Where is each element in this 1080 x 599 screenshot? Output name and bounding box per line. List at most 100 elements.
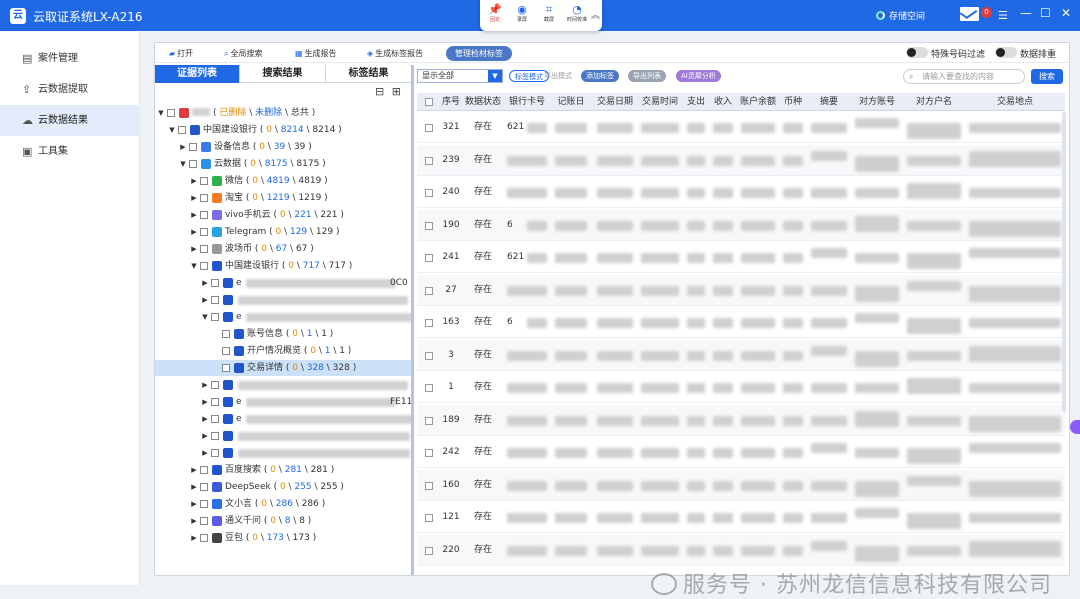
expand-arrow-icon[interactable]: ▶ [179,139,187,155]
expand-arrow-icon[interactable]: ▶ [190,190,198,206]
screenshot-button[interactable]: ⌗ 截屏 [536,3,562,24]
tree-checkbox[interactable] [167,109,175,117]
row-checkbox[interactable] [425,351,433,360]
tree-checkbox[interactable] [211,432,219,440]
chevron-up-icon[interactable]: ︽ [591,8,600,21]
table-row[interactable]: 241 存在 621 [417,242,1065,273]
tree-checkbox[interactable] [200,534,208,542]
collapse-arrow-icon[interactable]: ▼ [201,309,209,325]
expand-all-icon[interactable]: ⊞ [392,85,401,98]
tree-checkbox[interactable] [200,517,208,525]
generate-tag-report-button[interactable]: ◈ 生成标签报告 [367,48,423,59]
column-header[interactable]: 数据状态 [463,93,503,111]
tree-checkbox[interactable] [211,313,219,321]
export-mode-toggle[interactable]: 导出模式 [539,70,577,82]
row-checkbox[interactable] [425,254,433,262]
row-checkbox[interactable] [425,221,433,230]
side-assistant-button[interactable] [1070,420,1080,434]
column-header[interactable]: 记账日 [551,93,591,111]
tree-checkbox[interactable] [200,483,208,491]
tree-node[interactable]: ▶ DeepSeek ( 0 \ 255 \ 255 ) [155,479,411,495]
table-row[interactable]: 240 存在 [417,177,1065,208]
row-checkbox[interactable] [425,416,433,425]
expand-arrow-icon[interactable]: ▶ [201,394,209,410]
expand-arrow-icon[interactable]: ▶ [201,275,209,291]
menu-icon[interactable]: ☰ [998,9,1008,22]
column-header[interactable]: 摘要 [807,93,851,111]
tree-checkbox[interactable] [211,449,219,457]
special-filter-toggle[interactable] [906,47,928,58]
ai-analysis-button[interactable]: AI灵犀分析 [676,70,721,82]
sidebar-item-case-management[interactable]: ▤ 案件管理 [0,43,140,74]
row-checkbox[interactable] [425,156,433,165]
column-header[interactable]: 币种 [779,93,807,111]
add-tag-button[interactable]: 添加标签 [581,70,619,82]
tree-node[interactable]: ▼ ( 已删除 \ 未删除 \ 总共 ) [155,105,411,121]
column-header[interactable]: 账户余额 [737,93,779,111]
tab-tag-results[interactable]: 标签结果 [326,65,411,83]
tree-checkbox[interactable] [222,330,230,338]
table-row[interactable]: 220 存在 [417,534,1065,566]
tree-checkbox[interactable] [211,381,219,389]
manage-tags-button[interactable]: 管理检材标签 [446,46,512,61]
tree-checkbox[interactable] [211,398,219,406]
column-header[interactable]: 交易时间 [637,93,683,111]
tree-checkbox[interactable] [189,160,197,168]
tree-checkbox[interactable] [222,364,230,372]
generate-report-button[interactable]: ▦ 生成报告 [295,48,337,59]
row-checkbox[interactable] [425,189,433,197]
row-checkbox[interactable] [425,481,433,490]
tree-node[interactable]: ▶ 设备信息 ( 0 \ 39 \ 39 ) [155,139,411,155]
expand-arrow-icon[interactable]: ▶ [190,173,198,189]
global-search-button[interactable]: ⌕ 全局搜索 [224,48,262,59]
pin-button[interactable]: 📌 固定 [482,3,508,24]
dedupe-toggle[interactable] [995,47,1017,58]
tree-node[interactable]: ▶ 通义千问 ( 0 \ 8 \ 8 ) [155,513,411,529]
tree-checkbox[interactable] [200,245,208,253]
table-row[interactable]: 189 存在 [417,404,1065,436]
tree-checkbox[interactable] [200,228,208,236]
column-header[interactable]: 收入 [709,93,737,111]
table-row[interactable]: 321 存在 621 [417,112,1065,143]
expand-arrow-icon[interactable]: ▶ [190,241,198,257]
tree-node[interactable]: ▶ Telegram ( 0 \ 129 \ 129 ) [155,224,411,240]
table-row[interactable]: 27 存在 [417,274,1065,306]
tree-checkbox[interactable] [222,347,230,355]
table-row[interactable]: 3 存在 [417,339,1065,371]
expand-arrow-icon[interactable]: ▶ [190,207,198,223]
collapse-arrow-icon[interactable]: ▼ [168,122,176,138]
tree-node[interactable]: ▶ 豆包 ( 0 \ 173 \ 173 ) [155,530,411,546]
tree-node[interactable]: 交易详情 ( 0 \ 328 \ 328 ) [155,360,411,376]
column-header[interactable]: 交易地点 [965,93,1065,111]
table-row[interactable]: 239 存在 [417,144,1065,176]
tree-node[interactable]: ▶ [155,428,411,444]
column-header[interactable]: 对方户名 [903,93,965,111]
sidebar-item-cloud-extract[interactable]: ⇪ 云数据提取 [0,74,140,105]
expand-arrow-icon[interactable]: ▶ [201,428,209,444]
expand-arrow-icon[interactable]: ▶ [201,292,209,308]
sidebar-item-cloud-results[interactable]: ☁ 云数据结果 [0,105,140,136]
table-row[interactable]: 242 存在 [417,437,1065,468]
column-header[interactable]: 支出 [683,93,709,111]
tree-node[interactable]: ▶ [155,445,411,461]
expand-arrow-icon[interactable]: ▶ [190,496,198,512]
tree-node[interactable]: ▶ e 0C0 [155,275,411,291]
tree-node[interactable]: ▶ vivo手机云 ( 0 \ 221 \ 221 ) [155,207,411,223]
expand-arrow-icon[interactable]: ▶ [201,445,209,461]
tree-node[interactable]: ▶ [155,377,411,393]
tree-checkbox[interactable] [200,262,208,270]
column-header[interactable]: 银行卡号 [503,93,551,111]
row-checkbox[interactable] [425,449,433,457]
time-calibrate-button[interactable]: ◔ 时间校准 [564,3,590,24]
tree-node[interactable]: ▶ 文小言 ( 0 \ 286 \ 286 ) [155,496,411,512]
mail-icon[interactable] [960,7,979,21]
row-checkbox[interactable] [425,124,433,132]
tree-checkbox[interactable] [189,143,197,151]
tree-checkbox[interactable] [200,177,208,185]
tree-node[interactable]: ▼ 中国建设银行 ( 0 \ 8214 \ 8214 ) [155,122,411,138]
tree-node[interactable]: ▶ 波场币 ( 0 \ 67 \ 67 ) [155,241,411,257]
collapse-all-icon[interactable]: ⊟ [375,85,384,98]
tree-checkbox[interactable] [200,466,208,474]
collapse-arrow-icon[interactable]: ▼ [179,156,187,172]
table-row[interactable]: 190 存在 6 [417,209,1065,241]
